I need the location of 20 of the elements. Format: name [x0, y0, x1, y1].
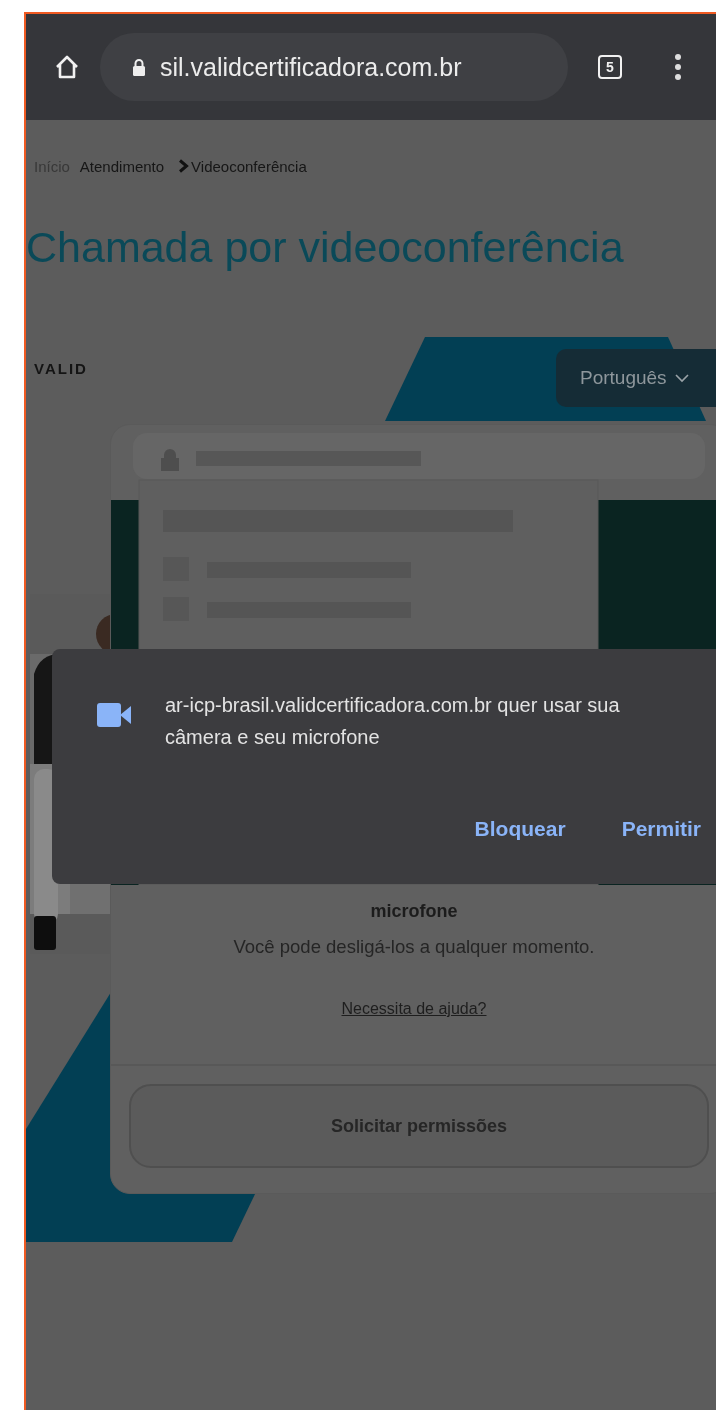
language-dropdown[interactable]: Português [556, 349, 716, 407]
chevron-icon [178, 159, 190, 173]
breadcrumb-link[interactable]: Atendimento [79, 157, 165, 175]
lock-icon [132, 58, 146, 76]
info-text: Você pode desligá-los a qualquer momento. [233, 936, 595, 958]
tab-count[interactable]: 5 [598, 55, 622, 79]
help-link[interactable]: Necessita de ajuda? [341, 1000, 487, 1018]
address-bar[interactable]: sil.validcertificadora.com.br [100, 33, 568, 101]
page-title: Chamada por videoconferência [26, 222, 625, 273]
prompt-button[interactable]: Permitir [613, 813, 709, 845]
url-text: sil.validcertificadora.com.br [160, 52, 462, 82]
emphasis-text: microfone [370, 901, 458, 922]
video-camera-icon [97, 701, 131, 729]
permission-message: ar-icp-brasil.validcertificadora.com.br quer usar sua câmera e seu microfone [165, 693, 621, 750]
menu-icon[interactable] [674, 53, 682, 81]
prompt-button[interactable]: Bloquear [466, 813, 574, 845]
chevron-down-icon [674, 373, 689, 383]
home-icon[interactable] [54, 54, 80, 80]
breadcrumb-link[interactable]: Videoconferência [191, 157, 307, 175]
logo: VALID [34, 360, 88, 377]
